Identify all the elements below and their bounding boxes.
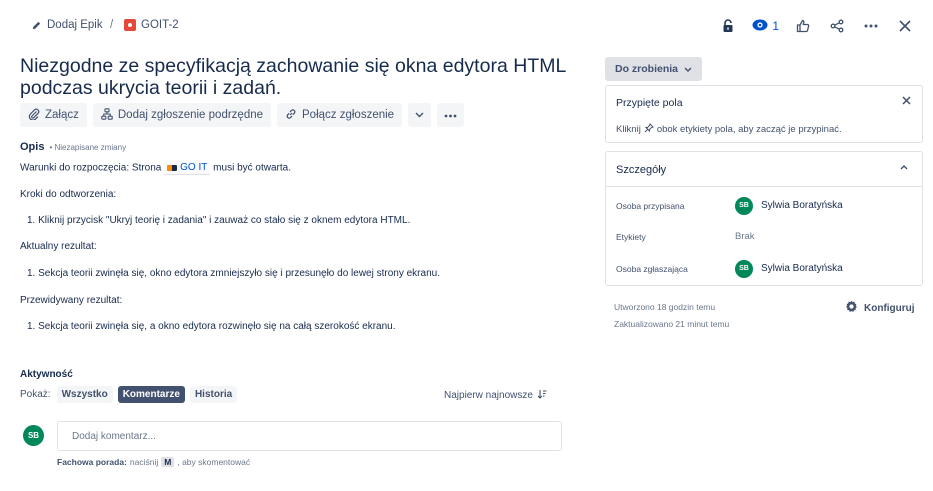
share-icon[interactable] [827, 16, 847, 36]
reporter-label: Osoba zgłaszająca [616, 263, 688, 274]
pro-tip: Fachowa porada: naciśnij M , aby skoment… [57, 457, 250, 467]
link-issue-label: Połącz zgłoszenie [302, 109, 395, 121]
goit-smart-link[interactable]: GO IT [164, 161, 211, 175]
bug-icon [124, 19, 136, 31]
actual-result-heading: Aktualny rezultat: [20, 241, 97, 252]
pencil-icon [30, 19, 42, 31]
pinned-fields-title: Przypięte pola [616, 97, 683, 109]
status-label: Do zrobienia [615, 63, 679, 75]
show-label: Pokaż: [20, 389, 51, 400]
add-epic-label: Dodaj Epik [47, 19, 103, 31]
issue-toolbar: Załącz Dodaj zgłoszenie podrzędne Połącz… [20, 103, 465, 127]
expected-result-heading: Przewidywany rezultat: [20, 295, 123, 306]
avatar: SB [735, 196, 753, 215]
attach-label: Załącz [45, 109, 79, 121]
labels-row: Etykiety Brak [616, 226, 916, 247]
pin-icon [644, 123, 654, 136]
hierarchy-icon [101, 107, 113, 123]
comment-input[interactable] [57, 421, 562, 451]
close-icon[interactable] [895, 16, 915, 36]
more-icon[interactable] [861, 16, 881, 36]
filter-all[interactable]: Wszystko [56, 386, 113, 403]
labels-value[interactable]: Brak [735, 231, 755, 242]
goit-logo-icon [167, 164, 178, 171]
chevron-down-icon [684, 63, 692, 75]
add-child-issue-button[interactable]: Dodaj zgłoszenie podrzędne [92, 103, 272, 127]
labels-label: Etykiety [616, 231, 646, 242]
watch-count: 1 [772, 19, 779, 33]
eye-icon [752, 19, 768, 34]
gear-icon [845, 300, 858, 316]
reporter-value[interactable]: SB Sylwia Boratyńska [735, 259, 843, 278]
precondition-text-end: musi być otwarta. [213, 162, 291, 174]
activity-heading: Aktywność [20, 369, 73, 380]
steps-list-item: 1. Kliknij przycisk "Ukryj teorię i zada… [27, 215, 411, 226]
link-issue-dropdown[interactable] [408, 103, 432, 127]
filter-comments[interactable]: Komentarze [117, 386, 185, 403]
reporter-name: Sylwia Boratyńska [761, 263, 843, 274]
pinned-fields-panel: Przypięte pola Kliknij obok etykiety pol… [605, 85, 923, 143]
assignee-label: Osoba przypisana [616, 200, 685, 211]
created-timestamp: Utworzono 18 godzin temu [614, 302, 716, 312]
avatar: SB [735, 259, 753, 278]
activity-filter: Pokaż: Wszystko Komentarze Historia [20, 386, 238, 403]
filter-history[interactable]: Historia [189, 386, 238, 403]
assignee-name: Sylwia Boratyńska [761, 200, 843, 211]
details-panel: Szczegóły Osoba przypisana SB Sylwia Bor… [605, 151, 923, 286]
pro-tip-press: naciśnij [129, 457, 159, 467]
paperclip-icon [28, 108, 40, 123]
breadcrumb-separator: / [110, 19, 114, 31]
reporter-row: Osoba zgłaszająca SB Sylwia Boratyńska [616, 258, 916, 279]
description-label: Opis [20, 141, 45, 153]
watch-button[interactable]: 1 [752, 19, 779, 34]
status-dropdown[interactable]: Do zrobienia [605, 57, 703, 81]
pro-tip-bold: Fachowa porada: [57, 457, 127, 467]
sort-label: Najpierw najnowsze [444, 390, 533, 401]
description-header: Opis • Niezapisane zmiany [20, 141, 126, 153]
configure-button[interactable]: Konfiguruj [845, 300, 915, 316]
attach-button[interactable]: Załącz [20, 103, 87, 127]
link-issue-button[interactable]: Połącz zgłoszenie [277, 103, 403, 127]
pinned-hint-end: obok etykiety pola, aby zacząć je przypi… [656, 124, 842, 135]
assignee-value[interactable]: SB Sylwia Boratyńska [735, 196, 843, 215]
chevron-up-icon[interactable] [900, 162, 908, 173]
more-actions-button[interactable] [437, 103, 465, 127]
add-child-label: Dodaj zgłoszenie podrzędne [117, 109, 264, 121]
close-icon[interactable] [902, 96, 911, 108]
chevron-down-icon [415, 109, 424, 121]
issue-title[interactable]: Niezgodne ze specyfikacją zachowanie się… [20, 55, 580, 99]
configure-label: Konfiguruj [864, 302, 915, 314]
pinned-fields-hint: Kliknij obok etykiety pola, aby zacząć j… [616, 123, 842, 136]
description-precondition[interactable]: Warunki do rozpoczęcia: Strona GO IT mus… [20, 161, 291, 175]
sort-newest-button[interactable]: Najpierw najnowsze [444, 389, 547, 402]
issue-key: GOIT-2 [141, 19, 179, 31]
unsaved-changes-badge: • Niezapisane zmiany [49, 143, 127, 152]
more-icon [444, 109, 457, 121]
keyboard-shortcut-key: M [161, 457, 175, 467]
issue-actions: 1 [718, 16, 915, 36]
goit-link-text: GO IT [180, 162, 208, 173]
add-epic-link[interactable]: Dodaj Epik [30, 19, 103, 31]
link-icon [285, 108, 297, 123]
details-title: Szczegóły [616, 164, 667, 176]
steps-heading: Kroki do odtworzenia: [20, 189, 117, 200]
pro-tip-rest: , aby skomentować [177, 457, 251, 467]
pinned-hint-start: Kliknij [616, 124, 641, 135]
avatar: SB [23, 425, 44, 446]
expected-result-item: 1. Sekcja teorii zwinęła się, a okno edy… [27, 321, 396, 332]
updated-timestamp: Zaktualizowano 21 minut temu [614, 319, 730, 329]
top-bar: Dodaj Epik / GOIT-2 1 [0, 0, 933, 56]
sort-icon [537, 389, 547, 402]
assignee-row: Osoba przypisana SB Sylwia Boratyńska [616, 195, 916, 216]
issue-key-link[interactable]: GOIT-2 [124, 19, 179, 31]
precondition-text: Warunki do rozpoczęcia: Strona [20, 162, 162, 174]
thumbs-up-icon[interactable] [793, 16, 813, 36]
unlock-icon[interactable] [718, 16, 738, 36]
actual-result-item: 1. Sekcja teorii zwinęła się, okno edyto… [27, 268, 440, 279]
details-header[interactable]: Szczegóły [606, 152, 922, 187]
